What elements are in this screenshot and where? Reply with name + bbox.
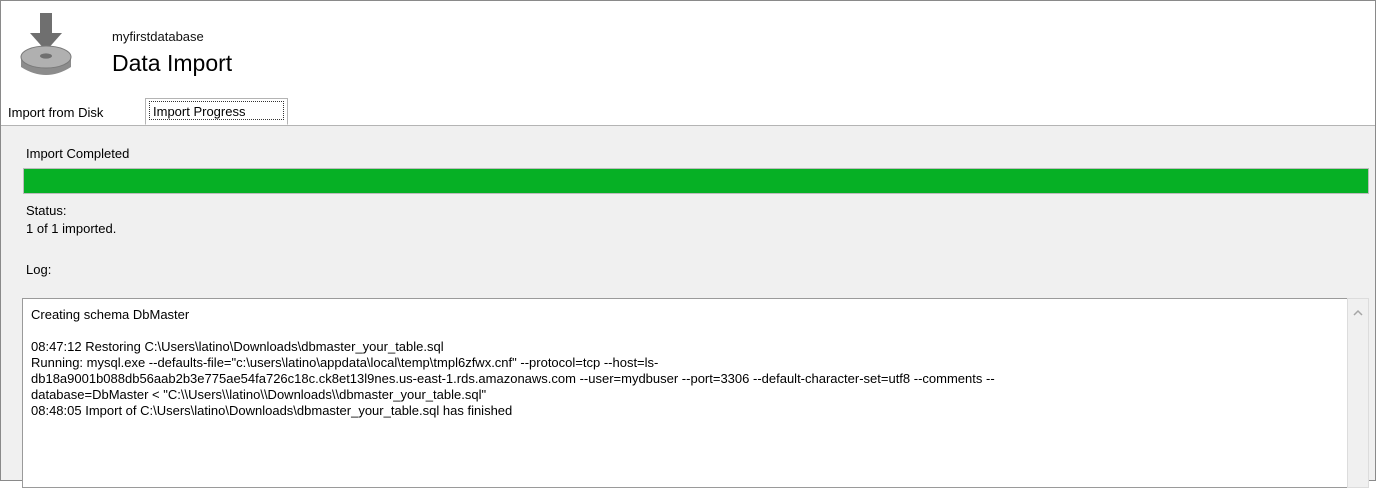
import-progress-panel: Import Completed Status: 1 of 1 imported… xyxy=(1,126,1375,488)
status-text: 1 of 1 imported. xyxy=(26,221,117,236)
log-scrollbar[interactable] xyxy=(1347,298,1369,488)
page-title: Data Import xyxy=(112,50,233,76)
log-line: Running: mysql.exe --defaults-file="c:\u… xyxy=(31,355,659,370)
scroll-up-arrow-icon[interactable] xyxy=(1353,309,1363,317)
log-blank-line xyxy=(31,323,1339,339)
progress-bar-fill xyxy=(24,169,1368,193)
header: myfirstdatabase Data Import xyxy=(1,1,1375,97)
window: myfirstdatabase Data Import Import from … xyxy=(0,0,1376,488)
log-line: db18a9001b088db56aab2b3e775ae54fa726c18c… xyxy=(31,371,995,386)
log-line: 08:48:05 Import of C:\Users\latino\Downl… xyxy=(31,403,513,418)
status-label: Status: xyxy=(26,203,67,218)
log-line: database=DbMaster < "C:\\Users\\latino\\… xyxy=(31,387,487,402)
log-line: 08:47:12 Restoring C:\Users\latino\Downl… xyxy=(31,339,444,354)
log-textarea[interactable]: Creating schema DbMaster 08:47:12 Restori… xyxy=(22,298,1348,488)
tab-import-from-disk[interactable]: Import from Disk xyxy=(4,102,107,124)
tab-import-progress[interactable]: Import Progress xyxy=(145,98,288,125)
import-status-heading: Import Completed xyxy=(26,146,130,161)
log-line: Creating schema DbMaster xyxy=(31,307,190,322)
tab-bar: Import from Disk Import Progress xyxy=(1,97,1375,126)
progress-bar xyxy=(23,168,1369,194)
database-name: myfirstdatabase xyxy=(112,29,204,44)
download-to-disk-icon xyxy=(20,13,72,75)
log-label: Log: xyxy=(26,262,52,277)
tab-import-progress-label: Import Progress xyxy=(149,101,284,120)
